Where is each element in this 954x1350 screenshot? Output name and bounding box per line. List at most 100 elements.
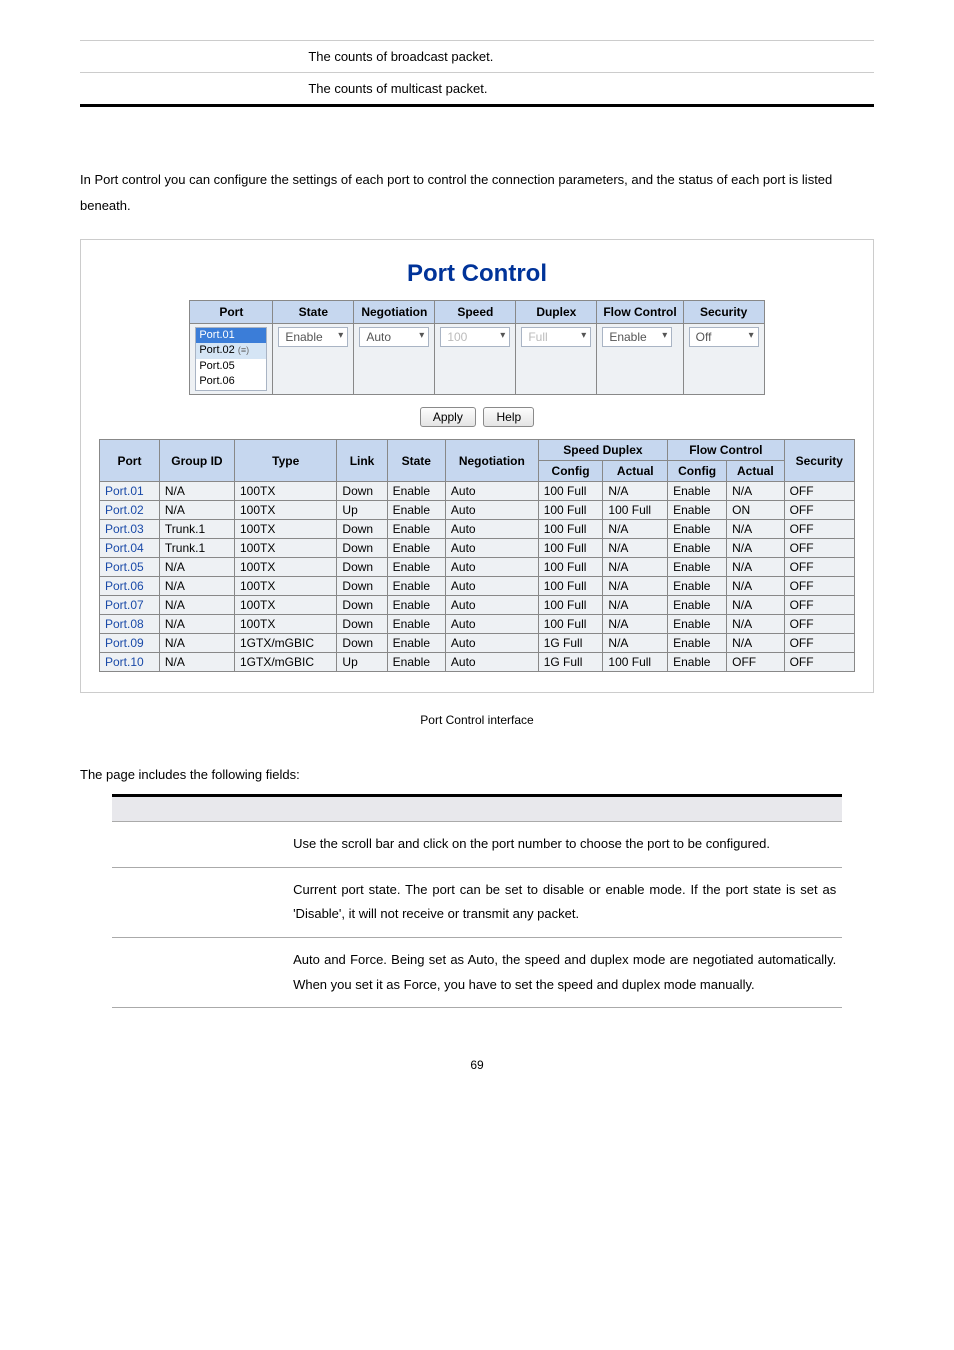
- fc-actual-cell: N/A: [727, 539, 784, 558]
- flowcontrol-select[interactable]: Enable: [602, 327, 672, 347]
- col-link: Link: [337, 440, 387, 482]
- state-cell: Enable: [387, 615, 445, 634]
- table-row: Port.08N/A100TXDownEnableAuto100 FullN/A…: [100, 615, 855, 634]
- state-cell: Enable: [273, 324, 354, 395]
- state-cell: Enable: [387, 577, 445, 596]
- negotiation-select[interactable]: Auto: [359, 327, 429, 347]
- speed-cell: 100: [435, 324, 516, 395]
- sd-actual-cell: 100 Full: [603, 653, 668, 672]
- fc-actual-cell: ON: [727, 501, 784, 520]
- sd-config-cell: 100 Full: [538, 577, 603, 596]
- neg-cell: Auto: [445, 596, 538, 615]
- sec-cell: OFF: [784, 615, 854, 634]
- table-row: Port.03Trunk.1100TXDownEnableAuto100 Ful…: [100, 520, 855, 539]
- intro-paragraph: In Port control you can configure the se…: [80, 167, 874, 219]
- group-cell: N/A: [159, 482, 234, 501]
- state-cell: Enable: [387, 596, 445, 615]
- sd-config-cell: 1G Full: [538, 653, 603, 672]
- table-row: Port.07N/A100TXDownEnableAuto100 FullN/A…: [100, 596, 855, 615]
- sec-cell: OFF: [784, 653, 854, 672]
- state-cell: Enable: [387, 520, 445, 539]
- port-link-cell[interactable]: Port.08: [100, 615, 160, 634]
- state-cell: Enable: [387, 539, 445, 558]
- neg-cell: Auto: [445, 653, 538, 672]
- row-desc: The counts of multicast packet.: [302, 73, 874, 106]
- neg-cell: Auto: [445, 482, 538, 501]
- state-cell: Enable: [387, 634, 445, 653]
- port-listbox[interactable]: Port.01 Port.02 (≡) Port.05 Port.06: [195, 327, 267, 391]
- group-cell: N/A: [159, 501, 234, 520]
- link-cell: Down: [337, 634, 387, 653]
- fc-config-cell: Enable: [668, 596, 727, 615]
- link-cell: Up: [337, 653, 387, 672]
- control-table: PortStateNegotiationSpeedDuplexFlow Cont…: [189, 300, 764, 395]
- fc-config-cell: Enable: [668, 615, 727, 634]
- sd-config-cell: 1G Full: [538, 634, 603, 653]
- sd-config-cell: 100 Full: [538, 482, 603, 501]
- port-link-cell[interactable]: Port.10: [100, 653, 160, 672]
- sec-cell: OFF: [784, 634, 854, 653]
- security-cell: Off: [683, 324, 764, 395]
- link-cell: Down: [337, 615, 387, 634]
- help-button[interactable]: Help: [483, 407, 534, 427]
- col-security: Security: [784, 440, 854, 482]
- col-fc-config: Config: [668, 461, 727, 482]
- duplex-select[interactable]: Full: [521, 327, 591, 347]
- type-cell: 1GTX/mGBIC: [234, 634, 336, 653]
- port-link-cell[interactable]: Port.02: [100, 501, 160, 520]
- fields-intro: The page includes the following fields:: [80, 767, 874, 782]
- security-select[interactable]: Off: [689, 327, 759, 347]
- col-state: State: [387, 440, 445, 482]
- control-header: Port: [190, 301, 273, 324]
- fc-actual-cell: OFF: [727, 653, 784, 672]
- fields-table: Use the scroll bar and click on the port…: [112, 794, 842, 1008]
- fc-actual-cell: N/A: [727, 634, 784, 653]
- flowcontrol-cell: Enable: [597, 324, 683, 395]
- fc-actual-cell: N/A: [727, 577, 784, 596]
- list-item[interactable]: Port.05: [196, 359, 266, 374]
- list-item[interactable]: Port.06: [196, 374, 266, 389]
- port-link-cell[interactable]: Port.01: [100, 482, 160, 501]
- group-cell: Trunk.1: [159, 539, 234, 558]
- col-sd-actual: Actual: [603, 461, 668, 482]
- state-select[interactable]: Enable: [278, 327, 348, 347]
- sec-cell: OFF: [784, 501, 854, 520]
- table-row: Port.05N/A100TXDownEnableAuto100 FullN/A…: [100, 558, 855, 577]
- row-label: [80, 41, 302, 73]
- group-cell: N/A: [159, 558, 234, 577]
- link-cell: Down: [337, 558, 387, 577]
- port-link-cell[interactable]: Port.06: [100, 577, 160, 596]
- control-header: Duplex: [516, 301, 597, 324]
- state-cell: Enable: [387, 482, 445, 501]
- duplex-cell: Full: [516, 324, 597, 395]
- fc-config-cell: Enable: [668, 577, 727, 596]
- neg-cell: Auto: [445, 501, 538, 520]
- port-link-cell[interactable]: Port.04: [100, 539, 160, 558]
- speed-select[interactable]: 100: [440, 327, 510, 347]
- port-link-cell[interactable]: Port.07: [100, 596, 160, 615]
- list-item[interactable]: Port.02 (≡): [196, 343, 266, 358]
- port-link-cell[interactable]: Port.05: [100, 558, 160, 577]
- type-cell: 100TX: [234, 539, 336, 558]
- fields-header-blank: [287, 796, 842, 822]
- col-fc-actual: Actual: [727, 461, 784, 482]
- link-cell: Down: [337, 577, 387, 596]
- sd-config-cell: 100 Full: [538, 615, 603, 634]
- port-link-cell[interactable]: Port.09: [100, 634, 160, 653]
- group-cell: N/A: [159, 596, 234, 615]
- neg-cell: Auto: [445, 577, 538, 596]
- col-group: Group ID: [159, 440, 234, 482]
- fc-config-cell: Enable: [668, 558, 727, 577]
- apply-button[interactable]: Apply: [420, 407, 476, 427]
- sd-actual-cell: N/A: [603, 520, 668, 539]
- port-link-cell[interactable]: Port.03: [100, 520, 160, 539]
- fc-config-cell: Enable: [668, 482, 727, 501]
- sd-config-cell: 100 Full: [538, 501, 603, 520]
- list-item[interactable]: Port.01: [196, 328, 266, 343]
- table-row: Port.10N/A1GTX/mGBICUpEnableAuto1G Full1…: [100, 653, 855, 672]
- fc-actual-cell: N/A: [727, 615, 784, 634]
- link-cell: Down: [337, 482, 387, 501]
- link-cell: Down: [337, 539, 387, 558]
- sd-actual-cell: N/A: [603, 634, 668, 653]
- control-header: Negotiation: [354, 301, 435, 324]
